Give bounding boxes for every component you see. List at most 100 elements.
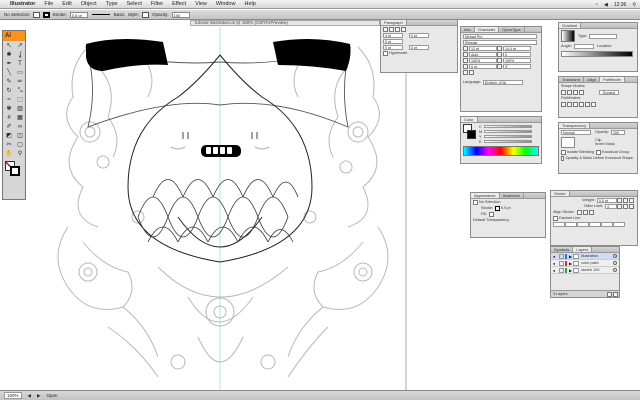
gradient-ramp[interactable]	[561, 51, 633, 57]
spotlight-icon[interactable]: ⚲	[632, 2, 636, 8]
menu-object[interactable]: Object	[81, 0, 97, 9]
tab-appearance[interactable]: Appearance	[471, 193, 500, 198]
dash-field-1[interactable]	[553, 221, 565, 227]
layer-row[interactable]: ● ▶ sketch 100	[551, 267, 619, 274]
menu-window[interactable]: Window	[216, 0, 236, 9]
font-size-field[interactable]: 12 pt	[469, 45, 497, 51]
align-inside-stroke-icon[interactable]	[582, 209, 588, 215]
tab-color[interactable]: Color	[461, 117, 478, 122]
transparency-opacity-field[interactable]: 100	[610, 129, 625, 135]
pen-tool-icon[interactable]: ✒	[4, 60, 14, 68]
appearance-fill-label[interactable]: Fill:	[481, 212, 487, 216]
miter-join-icon[interactable]	[617, 203, 622, 209]
menu-select[interactable]: Select	[127, 0, 142, 9]
brush-label[interactable]: Basic	[114, 12, 125, 17]
tab-transparency[interactable]: Transparency	[559, 123, 591, 128]
menu-filter[interactable]: Filter	[151, 0, 163, 9]
channel-k-slider[interactable]	[483, 140, 532, 143]
document-tab[interactable]: tutorial illustration.ai @ 150% (CMYK/Pr…	[190, 20, 380, 26]
style-swatch[interactable]	[142, 11, 150, 18]
target-icon[interactable]	[613, 254, 617, 258]
intersect-icon[interactable]	[573, 89, 578, 95]
menu-type[interactable]: Type	[106, 0, 118, 9]
gap-field-2[interactable]	[589, 221, 601, 227]
disclosure-triangle-icon[interactable]: ▶	[569, 254, 572, 259]
font-style-field[interactable]: Regular	[463, 39, 537, 45]
font-family-field[interactable]: Myriad Pro	[463, 33, 537, 39]
blend-mode-field[interactable]: Normal	[561, 129, 591, 135]
knockout-checkbox[interactable]	[596, 149, 602, 155]
zoom-field[interactable]: 150%	[4, 392, 22, 399]
status-text[interactable]: Open	[46, 393, 57, 398]
target-icon[interactable]	[613, 268, 617, 272]
menu-file[interactable]: File	[44, 0, 53, 9]
graph-tool-icon[interactable]: ▥	[15, 105, 25, 113]
tab-transform[interactable]: Transform	[559, 77, 585, 82]
bevel-join-icon[interactable]	[629, 203, 634, 209]
tab-opentype[interactable]: OpenType	[499, 27, 525, 32]
next-artboard-icon[interactable]: ▶	[37, 393, 40, 399]
tab-swatches[interactable]: Swatches	[500, 193, 524, 198]
dash-field-3[interactable]	[601, 221, 613, 227]
wifi-icon[interactable]: ◔	[595, 2, 598, 8]
volume-icon[interactable]: ◀	[604, 2, 608, 8]
blend-tool-icon[interactable]: ∞	[15, 123, 25, 131]
tab-layers[interactable]: Layers	[573, 247, 593, 252]
kerning-field[interactable]: Auto	[469, 51, 497, 57]
trim-icon[interactable]	[567, 101, 572, 107]
disclosure-triangle-icon[interactable]: ▶	[569, 261, 572, 266]
tab-pathfinder[interactable]: Pathfinder	[599, 77, 626, 82]
left-indent-field[interactable]: 0 pt	[383, 32, 403, 38]
minus-back-icon[interactable]	[591, 101, 596, 107]
tab-character[interactable]: Character	[474, 27, 500, 32]
invert-mask-label[interactable]: Invert Mask	[595, 142, 615, 146]
artboard-tool-icon[interactable]: ▢	[15, 141, 25, 149]
prev-artboard-icon[interactable]: ◀	[28, 393, 31, 399]
object-thumbnail[interactable]	[561, 136, 575, 148]
channel-y-slider[interactable]	[483, 135, 532, 138]
justify-icon[interactable]	[401, 26, 406, 32]
default-transparency[interactable]: Default Transparency	[473, 218, 509, 222]
line-tool-icon[interactable]: ╲	[4, 69, 14, 77]
align-left-icon[interactable]	[383, 26, 388, 32]
appearance-stroke-value[interactable]: 0.5 pt	[501, 206, 511, 210]
fill-swatch[interactable]	[32, 11, 40, 18]
paintbrush-tool-icon[interactable]: ✎	[4, 78, 14, 86]
language-field[interactable]: English: USA	[482, 79, 523, 85]
menu-effect[interactable]: Effect	[172, 0, 186, 9]
exclude-icon[interactable]	[579, 89, 584, 95]
appearance-stroke-label[interactable]: Stroke:	[481, 206, 493, 210]
live-paint-select-tool-icon[interactable]: ◫	[15, 132, 25, 140]
stroke-box[interactable]	[10, 166, 20, 176]
weight-field[interactable]: 0.5 pt	[597, 197, 617, 203]
menu-view[interactable]: View	[195, 0, 207, 9]
gradient-type-field[interactable]	[589, 33, 618, 39]
square-cap-icon[interactable]	[629, 197, 634, 203]
fill-stroke-control[interactable]	[5, 161, 25, 177]
brush-preview[interactable]	[91, 14, 110, 15]
align-outside-stroke-icon[interactable]	[588, 209, 594, 215]
symbol-sprayer-tool-icon[interactable]: ✾	[4, 105, 14, 113]
baseline-shift-field[interactable]: 0 pt	[469, 63, 497, 69]
stroke-weight-field[interactable]: 0.5 pt	[69, 11, 88, 18]
disclosure-triangle-icon[interactable]: ▶	[569, 268, 572, 273]
tab-stroke[interactable]: Stroke	[551, 191, 570, 196]
crop-icon[interactable]	[579, 101, 584, 107]
live-paint-tool-icon[interactable]: ◩	[4, 132, 14, 140]
space-before-field[interactable]: 0 pt	[383, 44, 403, 50]
miter-field[interactable]: 4	[605, 203, 617, 209]
scale-tool-icon[interactable]: ⤡	[15, 87, 25, 95]
expand-button[interactable]: Expand	[599, 89, 619, 95]
tab-paragraph[interactable]: Paragraph	[381, 20, 407, 25]
horizontal-scale-field[interactable]: 100%	[503, 57, 531, 63]
tab-info[interactable]: Info	[461, 27, 475, 32]
dashed-line-checkbox[interactable]	[553, 215, 558, 221]
menu-help[interactable]: Help	[244, 0, 255, 9]
gap-field-3[interactable]	[613, 221, 625, 227]
first-line-indent-field[interactable]: 0 pt	[383, 38, 403, 44]
lock-toggle[interactable]	[559, 260, 564, 266]
leading-field[interactable]: 14.4 pt	[503, 45, 531, 51]
menubar-clock[interactable]: 12:36	[614, 2, 627, 8]
hyphenate-checkbox[interactable]	[383, 50, 388, 56]
tracking-field[interactable]: 0	[503, 51, 531, 57]
